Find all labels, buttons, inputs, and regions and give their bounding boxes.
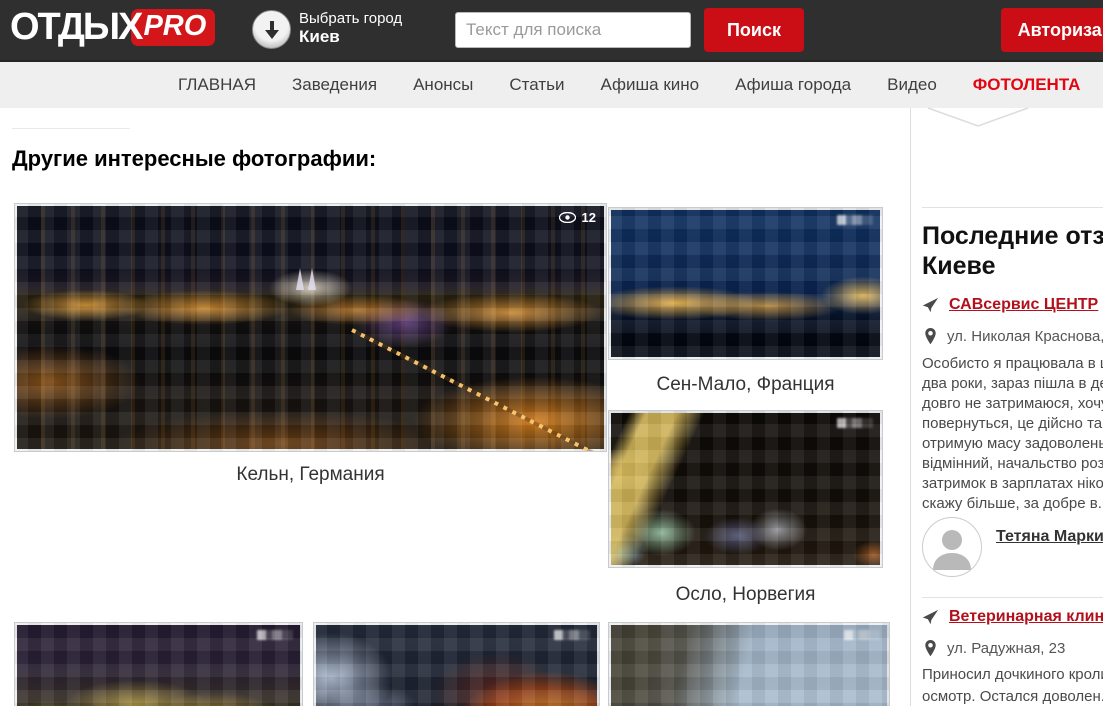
divider bbox=[12, 128, 130, 129]
cathedral-spire-graphic bbox=[308, 268, 316, 290]
sidebar-heading-line1: Последние отзывы о bbox=[922, 222, 1103, 251]
photo-caption: Кельн, Германия bbox=[14, 464, 607, 486]
photo-oslo[interactable] bbox=[608, 410, 883, 568]
page-title: Другие интересные фотографии: bbox=[12, 146, 376, 172]
review-text-line: два роки, зараз пішла в декретну bbox=[922, 375, 1103, 392]
review-place-link[interactable]: САВсервис ЦЕНТР bbox=[949, 296, 1098, 314]
main-nav: ГЛАВНАЯ Заведения Анонсы Статьи Афиша ки… bbox=[0, 62, 1103, 108]
nav-item-video[interactable]: Видео bbox=[887, 75, 937, 95]
review-text-line: довго не затримаюся, хочу скоріше bbox=[922, 395, 1103, 412]
review-text-line: відмінний, начальство розуміюче bbox=[922, 455, 1103, 472]
review-text-line: повернуться, це дійсно та робота bbox=[922, 415, 1103, 432]
nav-item-anonsy[interactable]: Анонсы bbox=[413, 75, 473, 95]
view-count-badge-blurred bbox=[837, 418, 873, 428]
review-place-link[interactable]: Ветеринарная клиника bbox=[949, 608, 1103, 626]
city-selector-label: Выбрать город bbox=[299, 10, 402, 27]
review-place-row: САВсервис ЦЕНТР bbox=[922, 296, 1098, 314]
photo-thumbnail[interactable] bbox=[608, 622, 890, 706]
review-text-line: скажу більше, за добре в... bbox=[922, 495, 1103, 512]
location-pin-icon bbox=[924, 328, 937, 345]
location-pin-icon bbox=[924, 640, 937, 657]
cathedral-spire-graphic bbox=[296, 268, 304, 290]
send-icon bbox=[922, 609, 939, 626]
photo-thumbnail[interactable] bbox=[14, 622, 303, 706]
view-count-badge-blurred bbox=[554, 630, 590, 640]
review-text-line: затримок в зарплатах ніколи не bbox=[922, 475, 1103, 492]
city-selector-value: Киев bbox=[299, 27, 402, 46]
auth-button[interactable]: Авторизация bbox=[1001, 8, 1103, 52]
view-count-badge-blurred bbox=[844, 630, 880, 640]
nav-item-fotolenta[interactable]: ФОТОЛЕНТА bbox=[973, 75, 1081, 95]
nav-item-statyi[interactable]: Статьи bbox=[509, 75, 564, 95]
nav-item-afisha-goroda[interactable]: Афиша города bbox=[735, 75, 851, 95]
photo-cologne[interactable]: 12 bbox=[14, 203, 607, 452]
photo-caption: Сен-Мало, Франция bbox=[608, 374, 883, 396]
review-address: ул. Николая Краснова, 27 bbox=[947, 328, 1103, 345]
divider bbox=[922, 597, 1103, 598]
city-selector[interactable]: Выбрать город Киев bbox=[252, 10, 402, 49]
sidebar-divider bbox=[910, 108, 911, 706]
search-input[interactable] bbox=[455, 12, 691, 48]
review-author-link[interactable]: Тетяна Маркивна bbox=[996, 528, 1103, 546]
review-text-line: осмотр. Остался доволен. Ему с bbox=[922, 688, 1103, 705]
active-tab-pointer bbox=[926, 107, 1030, 134]
nav-item-glavnaya[interactable]: ГЛАВНАЯ bbox=[178, 75, 256, 95]
eye-icon bbox=[559, 212, 576, 223]
review-address-row: ул. Николая Краснова, 27 bbox=[924, 328, 1103, 345]
send-icon bbox=[922, 297, 939, 314]
photo-saint-malo[interactable] bbox=[608, 207, 883, 360]
review-text-line: Приносил дочкиного кролика на bbox=[922, 666, 1103, 683]
logo-pro-badge: PRO bbox=[131, 9, 215, 46]
chevron-down-circle-icon bbox=[252, 10, 291, 49]
view-count-badge-blurred bbox=[837, 215, 873, 225]
photo-thumbnail[interactable] bbox=[313, 622, 600, 706]
view-count: 12 bbox=[582, 210, 596, 225]
review-place-row: Ветеринарная клиника bbox=[922, 608, 1103, 626]
view-count-badge: 12 bbox=[559, 210, 596, 225]
site-logo[interactable]: ОТДЫХ PRO bbox=[10, 6, 215, 49]
nav-item-afisha-kino[interactable]: Афиша кино bbox=[600, 75, 699, 95]
review-address: ул. Радужная, 23 bbox=[947, 640, 1065, 657]
divider bbox=[922, 207, 1103, 208]
site-header: ОТДЫХ PRO Выбрать город Киев Поиск Автор… bbox=[0, 0, 1103, 62]
avatar[interactable] bbox=[922, 517, 982, 577]
nav-item-zavedeniya[interactable]: Заведения bbox=[292, 75, 377, 95]
sidebar-heading-line2: Киеве bbox=[922, 252, 995, 281]
search-button[interactable]: Поиск bbox=[704, 8, 804, 52]
bridge-graphic bbox=[351, 328, 607, 452]
view-count-badge-blurred bbox=[257, 630, 293, 640]
review-address-row: ул. Радужная, 23 bbox=[924, 640, 1065, 657]
photo-caption: Осло, Норвегия bbox=[608, 584, 883, 606]
logo-text: ОТДЫХ bbox=[10, 6, 141, 49]
review-text-line: Особисто я працювала в цій компанії bbox=[922, 355, 1103, 372]
review-text-line: отримую масу задоволень, колектив bbox=[922, 435, 1103, 452]
